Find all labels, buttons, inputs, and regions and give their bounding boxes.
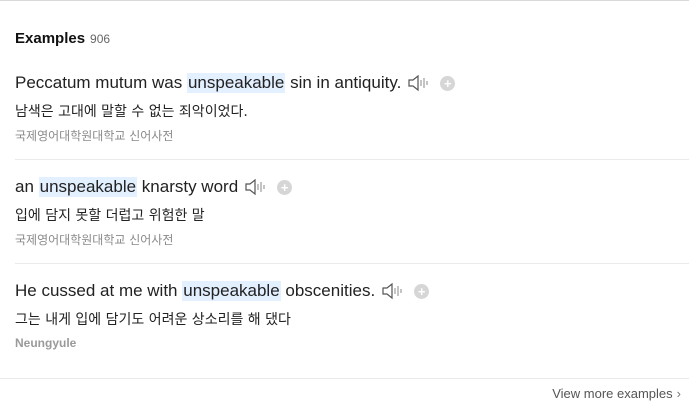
example-sentence-en: He cussed at me with unspeakable obsceni…	[15, 279, 430, 303]
view-more-examples-link[interactable]: View more examples ›	[552, 386, 681, 401]
example-sentence-en: Peccatum mutum was unspeakable sin in an…	[15, 71, 456, 95]
example-source[interactable]: 국제영어대학원대학교 신어사전	[15, 231, 173, 248]
example-text: an	[15, 177, 39, 196]
divider	[15, 159, 689, 160]
example-text: knarsty word	[137, 177, 239, 196]
example-source[interactable]: Neungyule	[15, 336, 76, 350]
example-sentence-ko: 입에 담지 못할 더럽고 위험한 말	[15, 208, 205, 224]
highlighted-word[interactable]: unspeakable	[38, 177, 138, 197]
add-icon[interactable]: +	[277, 179, 293, 195]
example-text: obscenities.	[280, 281, 376, 300]
example-source[interactable]: 국제영어대학원대학교 신어사전	[15, 127, 173, 144]
example-sentence-en: an unspeakable knarsty word +	[15, 175, 293, 199]
speaker-icon[interactable]	[407, 74, 431, 92]
bottom-divider	[0, 378, 689, 379]
example-text: He cussed at me with	[15, 281, 183, 300]
examples-title: Examples	[15, 30, 86, 47]
highlighted-word[interactable]: unspeakable	[186, 73, 286, 93]
divider	[15, 263, 689, 264]
highlighted-word[interactable]: unspeakable	[182, 281, 281, 301]
top-divider	[0, 0, 689, 2]
example-text: Peccatum mutum was	[15, 73, 187, 92]
examples-count: 906	[90, 32, 111, 46]
view-more-label: View more examples	[552, 386, 673, 401]
example-text: sin in antiquity.	[285, 73, 402, 92]
add-icon[interactable]: +	[440, 75, 456, 91]
chevron-right-icon: ›	[676, 386, 681, 401]
example-sentence-ko: 그는 내게 입에 담기도 어려운 상소리를 해 댔다	[15, 312, 291, 328]
speaker-icon[interactable]	[244, 178, 268, 196]
speaker-icon[interactable]	[381, 282, 405, 300]
example-sentence-ko: 남색은 고대에 말할 수 없는 죄악이었다.	[15, 104, 248, 120]
examples-header: Examples 906	[15, 30, 110, 47]
add-icon[interactable]: +	[414, 283, 430, 299]
